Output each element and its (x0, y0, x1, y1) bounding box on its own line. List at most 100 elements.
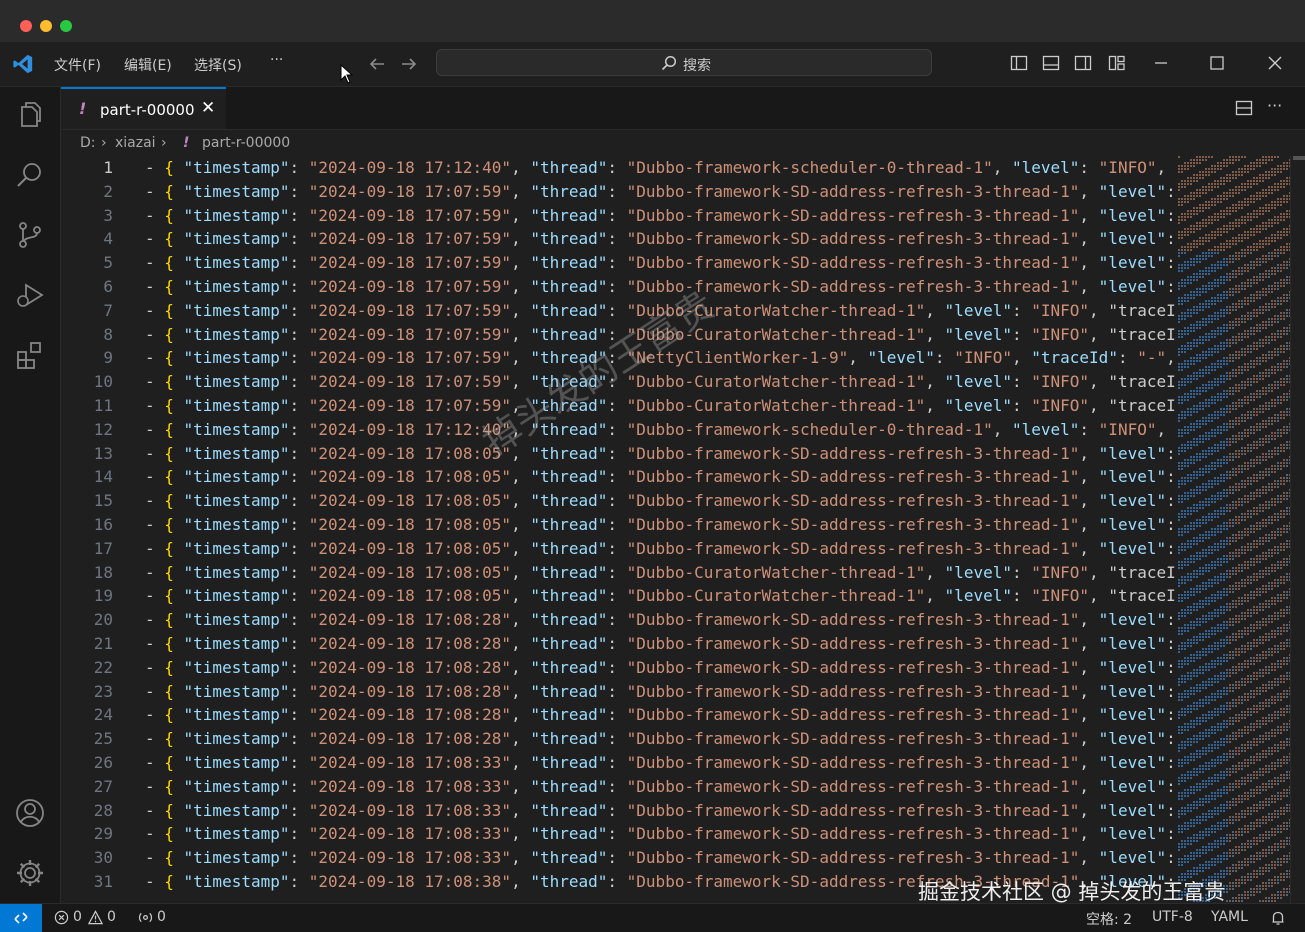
breadcrumb-folder[interactable]: xiazai (115, 135, 156, 151)
minimap-mark (1274, 216, 1276, 218)
accounts-icon[interactable] (14, 797, 46, 829)
search-sidebar-icon[interactable] (14, 159, 46, 191)
minimap-mark (1253, 459, 1255, 461)
code-line[interactable]: 12- { "timestamp": "2024-09-18 17:12:40"… (61, 418, 1175, 442)
close-window-button[interactable] (20, 20, 32, 32)
maximize-icon[interactable] (1208, 54, 1226, 72)
run-debug-icon[interactable] (14, 279, 46, 311)
minimap-mark (1256, 327, 1258, 329)
code-line[interactable]: 28- { "timestamp": "2024-09-18 17:08:33"… (61, 799, 1175, 823)
code-line[interactable]: 16- { "timestamp": "2024-09-18 17:08:05"… (61, 513, 1175, 537)
minimap-mark (1265, 237, 1267, 239)
minimap-mark (1271, 252, 1273, 254)
minimap-mark (1184, 327, 1186, 329)
code-line[interactable]: 24- { "timestamp": "2024-09-18 17:08:28"… (61, 703, 1175, 727)
tab-part-r-00000[interactable]: ! part-r-00000 ✕ (61, 87, 226, 129)
code-line[interactable]: 17- { "timestamp": "2024-09-18 17:08:05"… (61, 537, 1175, 561)
forward-arrow-icon[interactable] (400, 55, 418, 73)
menu-file[interactable]: 文件(F) (54, 55, 101, 75)
source-control-icon[interactable] (14, 219, 46, 251)
extensions-icon[interactable] (14, 339, 46, 371)
minimap-mark (1277, 534, 1279, 536)
zoom-window-button[interactable] (60, 20, 72, 32)
code-line[interactable]: 22- { "timestamp": "2024-09-18 17:08:28"… (61, 656, 1175, 680)
minimap-mark (1253, 462, 1255, 464)
code-line[interactable]: 5- { "timestamp": "2024-09-18 17:07:59",… (61, 251, 1175, 275)
close-icon[interactable] (1266, 54, 1284, 72)
minimap-mark (1196, 294, 1198, 296)
minimap-mark (1202, 207, 1204, 209)
code-line[interactable]: 27- { "timestamp": "2024-09-18 17:08:33"… (61, 775, 1175, 799)
explorer-icon[interactable] (14, 99, 46, 131)
code-line[interactable]: 29- { "timestamp": "2024-09-18 17:08:33"… (61, 822, 1175, 846)
split-editor-icon[interactable] (1235, 99, 1253, 117)
code-line[interactable]: 21- { "timestamp": "2024-09-18 17:08:28"… (61, 632, 1175, 656)
more-actions-icon[interactable]: ··· (1267, 96, 1282, 115)
minimap-mark (1226, 624, 1228, 626)
toggle-primary-sidebar-icon[interactable] (1010, 54, 1028, 72)
minimap-mark (1265, 567, 1267, 569)
minimap-mark (1235, 765, 1237, 767)
minimap-mark (1265, 624, 1267, 626)
minimap-mark (1202, 573, 1204, 575)
code-line[interactable]: 3- { "timestamp": "2024-09-18 17:07:59",… (61, 204, 1175, 228)
minimap-mark (1178, 198, 1180, 200)
minimap-mark (1199, 783, 1201, 785)
code-line[interactable]: 30- { "timestamp": "2024-09-18 17:08:33"… (61, 846, 1175, 870)
minimap-mark (1217, 327, 1219, 329)
menu-select[interactable]: 选择(S) (194, 55, 242, 75)
code-line[interactable]: 26- { "timestamp": "2024-09-18 17:08:33"… (61, 751, 1175, 775)
minimap-mark (1235, 582, 1237, 584)
minimap-mark (1247, 468, 1249, 470)
minimap-mark (1283, 294, 1285, 296)
code-line[interactable]: 7- { "timestamp": "2024-09-18 17:07:59",… (61, 299, 1175, 323)
minimap-mark (1286, 459, 1288, 461)
minimap[interactable] (1178, 156, 1290, 903)
code-line[interactable]: 15- { "timestamp": "2024-09-18 17:08:05"… (61, 489, 1175, 513)
code-line[interactable]: 23- { "timestamp": "2024-09-18 17:08:28"… (61, 680, 1175, 704)
minimap-mark (1244, 396, 1246, 398)
customize-layout-icon[interactable] (1108, 54, 1126, 72)
back-arrow-icon[interactable] (368, 55, 386, 73)
code-line[interactable]: 1- { "timestamp": "2024-09-18 17:12:40",… (61, 156, 1175, 180)
minimap-mark (1274, 189, 1276, 191)
code-line[interactable]: 2- { "timestamp": "2024-09-18 17:07:59",… (61, 180, 1175, 204)
minimize-icon[interactable] (1152, 54, 1170, 72)
toggle-panel-icon[interactable] (1042, 54, 1060, 72)
minimap-mark (1214, 198, 1216, 200)
minimize-window-button[interactable] (40, 20, 52, 32)
minimap-mark (1193, 768, 1195, 770)
minimap-mark (1241, 615, 1243, 617)
minimap-mark (1223, 396, 1225, 398)
minimap-mark (1280, 303, 1282, 305)
code-line[interactable]: 13- { "timestamp": "2024-09-18 17:08:05"… (61, 442, 1175, 466)
minimap-mark (1247, 198, 1249, 200)
code-line[interactable]: 14- { "timestamp": "2024-09-18 17:08:05"… (61, 465, 1175, 489)
minimap-mark (1265, 633, 1267, 635)
minimap-mark (1205, 699, 1207, 701)
manage-gear-icon[interactable] (14, 857, 46, 889)
minimap-mark (1187, 183, 1189, 185)
minimap-mark (1280, 183, 1282, 185)
code-line[interactable]: 4- { "timestamp": "2024-09-18 17:07:59",… (61, 227, 1175, 251)
minimap-mark (1268, 747, 1270, 749)
minimap-mark (1190, 759, 1192, 761)
code-line[interactable]: 20- { "timestamp": "2024-09-18 17:08:28"… (61, 608, 1175, 632)
menu-more[interactable]: ··· (270, 52, 283, 68)
toggle-secondary-sidebar-icon[interactable] (1074, 54, 1092, 72)
minimap-mark (1253, 645, 1255, 647)
code-line[interactable]: 18- { "timestamp": "2024-09-18 17:08:05"… (61, 561, 1175, 585)
code-line[interactable]: 6- { "timestamp": "2024-09-18 17:07:59",… (61, 275, 1175, 299)
breadcrumb-file[interactable]: part-r-00000 (202, 135, 290, 151)
code-line[interactable]: 25- { "timestamp": "2024-09-18 17:08:28"… (61, 727, 1175, 751)
breadcrumb-drive[interactable]: D: (80, 135, 96, 151)
minimap-mark (1232, 261, 1234, 263)
minimap-mark (1226, 627, 1228, 629)
code-line[interactable]: 11- { "timestamp": "2024-09-18 17:07:59"… (61, 394, 1175, 418)
tab-close-button[interactable]: ✕ (201, 98, 215, 118)
command-center-search[interactable]: 搜索 (436, 49, 932, 76)
menu-edit[interactable]: 编辑(E) (124, 55, 172, 75)
minimap-mark (1229, 519, 1231, 521)
code-line[interactable]: 19- { "timestamp": "2024-09-18 17:08:05"… (61, 584, 1175, 608)
editor-text-area[interactable]: 1- { "timestamp": "2024-09-18 17:12:40",… (61, 156, 1175, 903)
